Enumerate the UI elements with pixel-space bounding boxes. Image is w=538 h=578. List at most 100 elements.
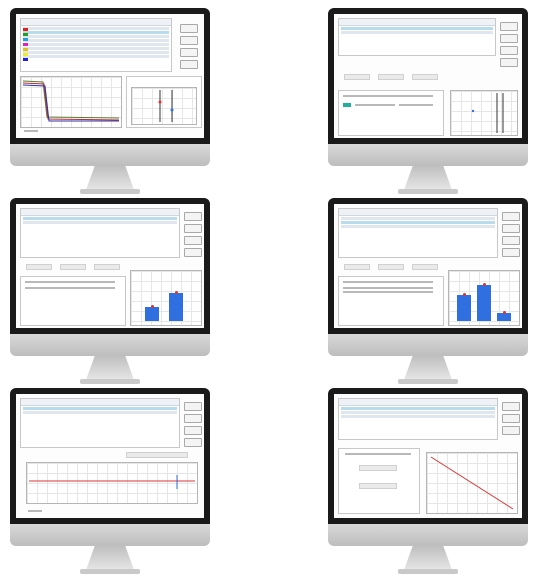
line-chart <box>20 76 122 128</box>
table-row[interactable] <box>23 31 169 34</box>
monitor-chin <box>328 144 528 166</box>
monitor-2 <box>328 8 528 198</box>
monitor-6 <box>328 388 528 578</box>
table-row[interactable] <box>23 407 177 410</box>
table-row[interactable] <box>23 51 169 54</box>
series-swatch <box>23 43 28 46</box>
result-line <box>25 287 115 289</box>
table-row[interactable] <box>341 217 495 220</box>
table-row[interactable] <box>341 27 493 30</box>
calc-field[interactable] <box>359 465 397 471</box>
result-line <box>399 104 433 106</box>
monitor-foot <box>398 189 458 194</box>
bar-chart <box>448 270 520 326</box>
table-header <box>21 19 171 26</box>
side-button[interactable] <box>184 402 202 411</box>
monitor-stand <box>86 166 134 190</box>
side-button[interactable] <box>184 236 202 245</box>
monitor-foot <box>80 189 140 194</box>
monitor-foot <box>398 379 458 384</box>
detail-panel <box>126 76 202 128</box>
param-field[interactable] <box>412 264 438 270</box>
side-button[interactable] <box>500 46 518 55</box>
result-swatch <box>343 103 351 107</box>
table-row[interactable] <box>23 221 177 224</box>
bar <box>457 295 471 321</box>
monitor-screen <box>16 14 204 138</box>
param-field[interactable] <box>60 264 86 270</box>
line-chart <box>26 462 198 504</box>
file-table <box>338 208 498 258</box>
monitor-1 <box>10 8 210 198</box>
param-field[interactable] <box>94 264 120 270</box>
side-button[interactable] <box>184 212 202 221</box>
side-button[interactable] <box>180 24 198 33</box>
monitor-stand <box>404 546 452 570</box>
line-chart-svg <box>29 475 195 489</box>
side-button[interactable] <box>500 34 518 43</box>
table-row[interactable] <box>341 407 495 410</box>
table-row[interactable] <box>341 221 495 224</box>
side-button[interactable] <box>180 36 198 45</box>
param-field[interactable] <box>378 74 404 80</box>
error-marker <box>151 305 154 308</box>
side-button[interactable] <box>184 426 202 435</box>
monitor-4 <box>328 198 528 388</box>
line-chart <box>426 452 518 514</box>
calc-panel <box>338 448 420 514</box>
table-row[interactable] <box>341 411 495 414</box>
side-button[interactable] <box>180 60 198 69</box>
monitor-stand <box>86 356 134 380</box>
param-field[interactable] <box>412 74 438 80</box>
side-button[interactable] <box>502 414 520 423</box>
table-row[interactable] <box>23 43 169 46</box>
results-header <box>25 281 115 283</box>
series-swatch <box>23 53 28 56</box>
side-button[interactable] <box>184 414 202 423</box>
side-button[interactable] <box>502 224 520 233</box>
calc-field[interactable] <box>359 483 397 489</box>
results-panel <box>20 276 126 326</box>
table-row[interactable] <box>341 225 495 228</box>
param-field[interactable] <box>344 74 370 80</box>
side-button[interactable] <box>184 248 202 257</box>
table-row[interactable] <box>23 47 169 50</box>
monitor-chin <box>10 334 210 356</box>
param-field[interactable] <box>126 452 188 458</box>
side-button[interactable] <box>502 212 520 221</box>
side-button[interactable] <box>184 224 202 233</box>
table-header <box>339 209 497 216</box>
monitor-stand <box>404 356 452 380</box>
table-row[interactable] <box>341 415 495 418</box>
monitor-stand <box>404 166 452 190</box>
side-button[interactable] <box>502 426 520 435</box>
table-row[interactable] <box>23 35 169 38</box>
series-swatch <box>23 38 28 41</box>
side-button[interactable] <box>502 248 520 257</box>
chart-footer <box>24 130 38 132</box>
table-header <box>339 399 497 406</box>
table-row[interactable] <box>23 27 169 30</box>
results-header <box>343 281 433 283</box>
side-button[interactable] <box>500 22 518 31</box>
side-button[interactable] <box>180 48 198 57</box>
param-field[interactable] <box>344 264 370 270</box>
param-field[interactable] <box>26 264 52 270</box>
side-button[interactable] <box>502 236 520 245</box>
table-row[interactable] <box>23 217 177 220</box>
results-panel <box>338 276 444 326</box>
side-button[interactable] <box>500 58 518 67</box>
calc-title <box>345 453 411 455</box>
table-row[interactable] <box>23 55 169 58</box>
bar <box>145 307 159 321</box>
monitor-screen <box>16 204 204 328</box>
table-row[interactable] <box>341 31 493 34</box>
file-table <box>338 398 498 440</box>
table-row[interactable] <box>23 39 169 42</box>
side-button[interactable] <box>502 402 520 411</box>
table-row[interactable] <box>23 411 177 414</box>
param-field[interactable] <box>378 264 404 270</box>
side-button[interactable] <box>184 438 202 447</box>
detail-chart <box>450 90 518 136</box>
detail-chart <box>131 87 197 125</box>
